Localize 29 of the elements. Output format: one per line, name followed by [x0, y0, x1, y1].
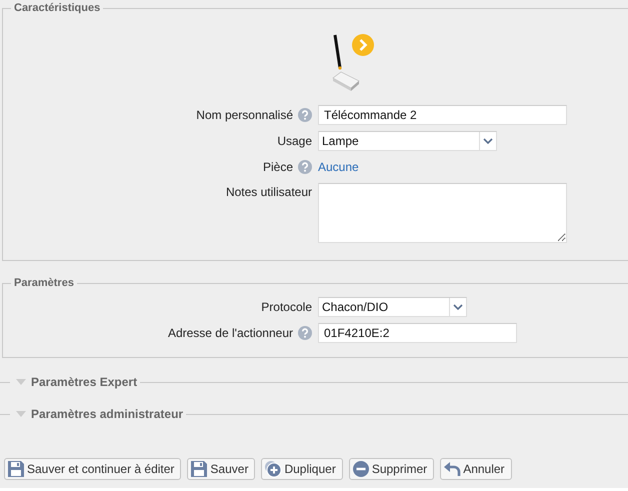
section-title: Caractéristiques	[13, 2, 102, 14]
minus-circle-icon	[352, 460, 370, 478]
field-label: Nom personnalisé	[196, 108, 293, 122]
field-label: Usage	[277, 134, 312, 148]
action-button[interactable]: Annuler	[440, 458, 512, 480]
expand-triangle-icon[interactable]	[16, 411, 26, 417]
room-link[interactable]: Aucune	[318, 157, 628, 177]
section-title: Paramètres	[13, 277, 75, 289]
field-label: Pièce	[262, 160, 293, 174]
field-label: Protocole	[261, 300, 312, 314]
field-label: Notes utilisateur	[226, 185, 312, 199]
action-button[interactable]: Dupliquer	[261, 458, 343, 480]
dropdown[interactable]: Lampe	[318, 131, 497, 151]
text-field[interactable]: Télécommande 2	[318, 105, 567, 125]
expand-triangle-icon[interactable]	[16, 379, 26, 385]
text-field[interactable]: 01F4210E:2	[318, 323, 517, 343]
notes-field[interactable]	[318, 183, 567, 243]
help-icon[interactable]	[298, 160, 312, 174]
action-button[interactable]: Sauver et continuer à éditer	[4, 458, 182, 480]
help-icon[interactable]	[298, 108, 312, 122]
dropdown[interactable]: Chacon/DIO	[318, 297, 467, 317]
section-title[interactable]: Paramètres administrateur	[31, 407, 186, 421]
undo-arrow-icon	[443, 460, 462, 478]
action-button[interactable]: Sauver	[187, 458, 256, 480]
section-title[interactable]: Paramètres Expert	[31, 375, 140, 389]
duplicate-plus-icon	[264, 460, 282, 478]
action-button[interactable]: Supprimer	[348, 458, 434, 480]
help-icon[interactable]	[298, 326, 312, 340]
field-label: Adresse de l'actionneur	[168, 326, 293, 340]
